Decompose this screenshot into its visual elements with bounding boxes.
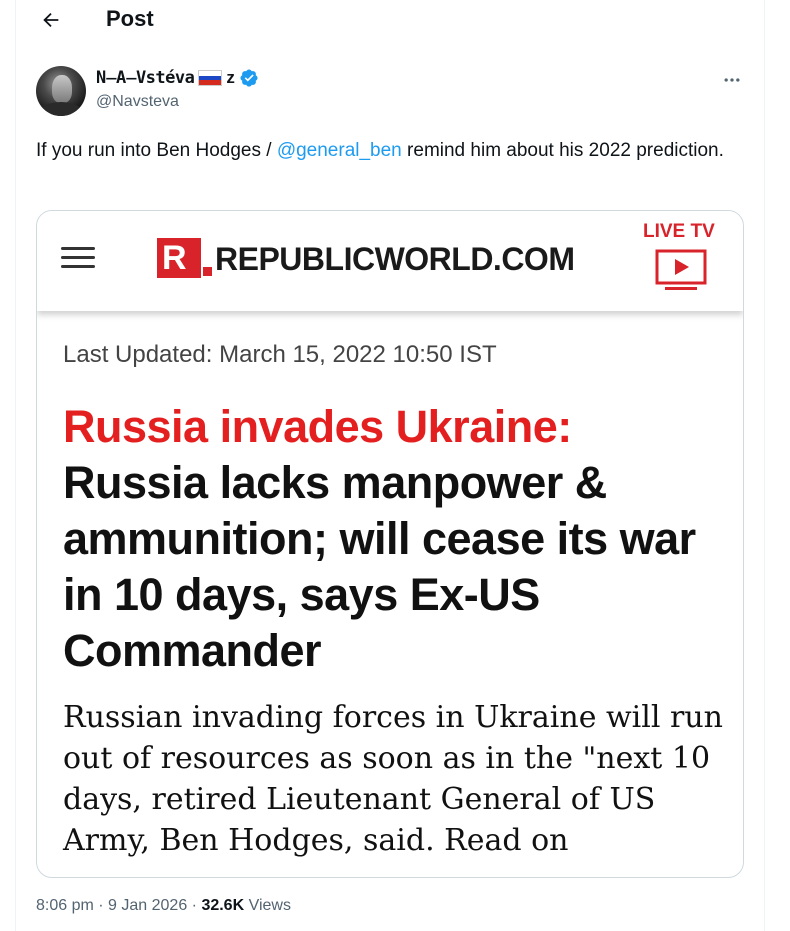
author-row: N̶A̶Vstéva z @Navsteva [36, 66, 744, 118]
back-button[interactable] [38, 7, 64, 33]
logo-dot [203, 267, 212, 276]
mention-link[interactable]: @general_ben [277, 140, 402, 161]
tweet-text: If you run into Ben Hodges / @general_be… [36, 135, 736, 166]
views-count: 32.6K [201, 897, 245, 914]
post-column: Post N̶A̶Vstéva z @Navsteva If you run i… [15, 0, 765, 931]
article-headline: Russia invades Ukraine: Russia lacks manp… [63, 399, 733, 679]
author-handle[interactable]: @Navsteva [96, 93, 179, 111]
display-name-row[interactable]: N̶A̶Vstéva z [96, 68, 259, 88]
headline-red: Russia invades Ukraine: [63, 401, 572, 452]
avatar[interactable] [36, 66, 86, 116]
page-title: Post [106, 6, 154, 31]
media-image[interactable]: R REPUBLICWORLD.COM LIVE TV Last Updated… [36, 210, 744, 878]
post-time[interactable]: 8:06 pm [36, 897, 94, 914]
more-horizontal-icon [724, 78, 740, 82]
display-name-suffix: z [226, 68, 235, 87]
live-tv-label: LIVE TV [643, 221, 715, 242]
arrow-left-icon [43, 12, 59, 28]
site-name: REPUBLICWORLD.COM [215, 241, 575, 277]
live-tv-play-icon [655, 249, 707, 290]
post-meta: 8:06 pm · 9 Jan 2026 · 32.6K Views [36, 897, 291, 914]
top-bar: Post [16, 0, 764, 40]
logo-mark: R [157, 238, 201, 278]
display-name[interactable]: N̶A̶Vstéva [96, 68, 195, 88]
views-label: Views [248, 897, 291, 914]
headline-black: Russia lacks manpower & ammunition; will… [63, 457, 696, 676]
tweet-text-before: If you run into Ben Hodges / [36, 140, 277, 161]
site-header: R REPUBLICWORLD.COM LIVE TV [37, 211, 743, 311]
more-options-button[interactable] [722, 70, 746, 90]
tweet-text-after: remind him about his 2022 prediction. [401, 140, 724, 161]
article-summary: Russian invading forces in Ukraine will … [63, 700, 723, 858]
verified-badge-icon [239, 68, 259, 88]
post-date[interactable]: 9 Jan 2026 [108, 897, 187, 914]
russia-flag-icon [198, 70, 223, 86]
hamburger-menu-icon [61, 247, 95, 269]
last-updated: Last Updated: March 15, 2022 10:50 IST [63, 341, 497, 368]
